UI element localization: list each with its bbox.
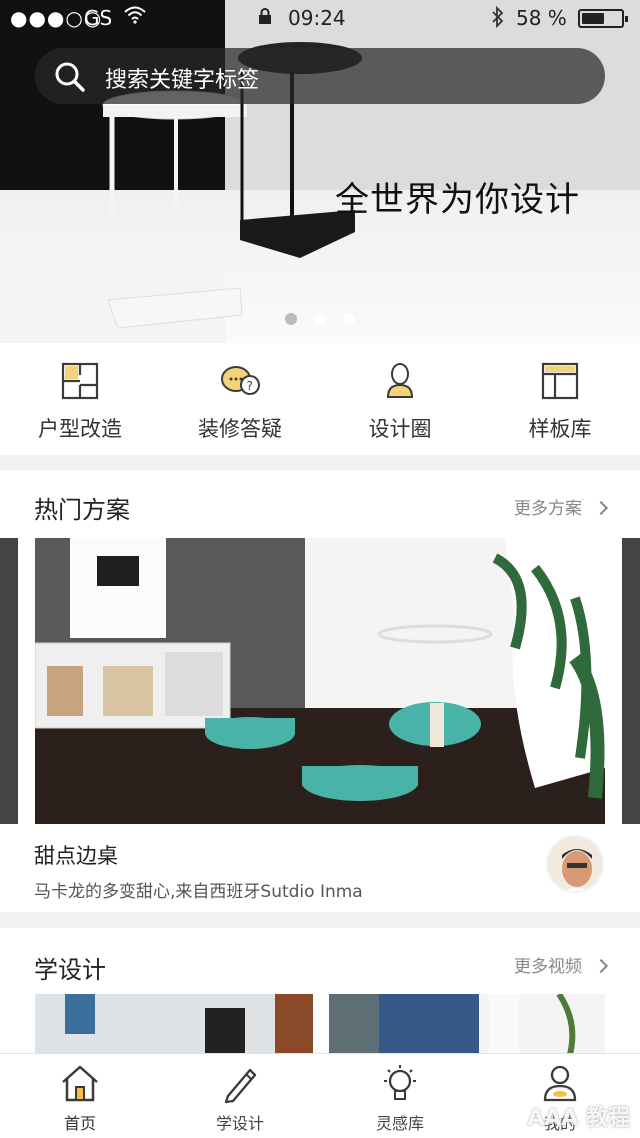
person-icon (386, 363, 414, 398)
quick-nav-samples[interactable]: 样板库 (480, 343, 640, 455)
svg-text:?: ? (247, 379, 253, 393)
avatar[interactable] (546, 835, 604, 893)
chevron-right-icon (593, 500, 609, 516)
prev-card-peek[interactable] (0, 538, 18, 824)
quick-nav-qa[interactable]: ? 装修答疑 (160, 343, 320, 455)
carousel-dot[interactable] (285, 313, 297, 325)
floorplan-icon (61, 362, 99, 400)
search-placeholder[interactable]: 搜索关键字标签 (105, 62, 259, 94)
quick-nav-design-circle[interactable]: 设计圈 (320, 343, 480, 455)
tab-label: 灵感库 (375, 1114, 424, 1133)
quick-nav-label: 户型改造 (38, 417, 122, 441)
section-title: 热门方案 (34, 496, 130, 524)
plan-title[interactable]: 甜点边桌 (34, 840, 118, 870)
video-thumbnail-image (329, 994, 576, 1058)
designer-avatar-image (548, 837, 602, 891)
tab-label: 首页 (63, 1114, 96, 1133)
video-card-thumbnail[interactable] (35, 994, 313, 1058)
quick-nav-floorplan[interactable]: 户型改造 (0, 343, 160, 455)
more-videos-link[interactable]: 更多视频 (514, 952, 609, 977)
learn-section: 学设计 更多视频 (0, 928, 640, 1058)
quick-nav-label: 样板库 (528, 417, 592, 441)
tab-learn-design[interactable]: 学设计 (160, 1054, 320, 1138)
chevron-right-icon (593, 958, 609, 974)
layout-icon (541, 362, 579, 400)
tab-inspiration[interactable]: 灵感库 (320, 1054, 480, 1138)
battery-percentage: 58 % (516, 6, 567, 30)
plan-card-image[interactable] (35, 538, 605, 824)
room-photo (35, 538, 605, 824)
more-link-label: 更多视频 (514, 957, 582, 977)
video-card-thumbnail[interactable] (329, 994, 605, 1058)
carrier-name: GS (84, 6, 113, 30)
battery-level (582, 13, 604, 24)
video-thumbnail-image (65, 994, 313, 1058)
chat-bubbles-icon: ? (221, 366, 260, 395)
bluetooth-icon (492, 6, 504, 28)
next-card-peek[interactable] (622, 538, 640, 824)
more-link-label: 更多方案 (514, 499, 582, 519)
more-plans-link[interactable]: 更多方案 (514, 494, 609, 519)
tab-label: 学设计 (215, 1114, 264, 1133)
pencil-icon (224, 1068, 257, 1104)
lightbulb-icon (384, 1065, 416, 1100)
carousel-dot[interactable] (343, 313, 355, 325)
quick-nav: 户型改造 ? 装修答疑 设计圈 样板库 (0, 343, 640, 455)
plan-subtitle: 马卡龙的多变甜心,来自西班牙Sutdio Inma (34, 882, 363, 902)
carousel-dot[interactable] (314, 313, 326, 325)
banner-slogan: 全世界为你设计 (335, 180, 580, 220)
clock: 09:24 (288, 6, 346, 30)
section-title: 学设计 (34, 956, 106, 984)
status-bar: ●●●○○ GS 09:24 58 % (0, 0, 640, 36)
watermark: AAA 教程 (527, 1106, 630, 1131)
search-icon (55, 62, 85, 92)
quick-nav-label: 设计圈 (368, 417, 432, 441)
tab-home[interactable]: 首页 (0, 1054, 160, 1138)
search-bar[interactable]: 搜索关键字标签 (35, 48, 605, 104)
quick-nav-label: 装修答疑 (198, 417, 282, 441)
battery-icon (578, 9, 628, 28)
home-icon (62, 1065, 98, 1102)
hot-section: 热门方案 更多方案 甜点边桌 马卡龙的多变甜心,来自西班牙Sutdio Inma (0, 470, 640, 912)
lock-icon (259, 8, 271, 24)
wifi-icon (124, 6, 146, 24)
